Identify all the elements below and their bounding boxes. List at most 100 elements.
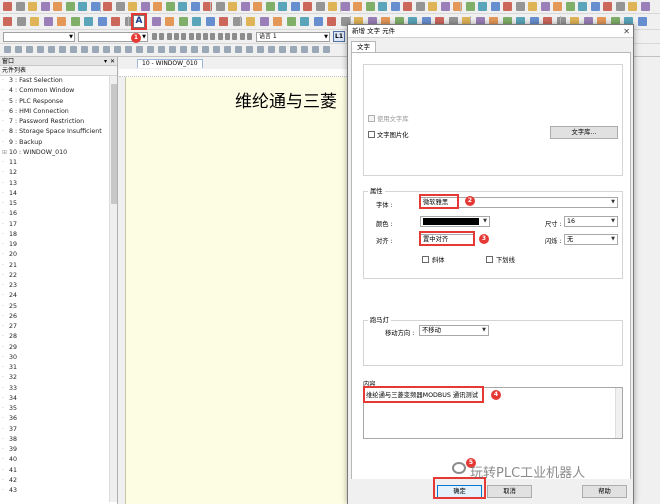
window-tree-item[interactable]: · 19 [0,240,117,250]
paste-icon[interactable] [315,2,325,11]
format-tool-icon[interactable] [232,33,238,40]
window-tree-item[interactable]: · 15 [0,199,117,209]
save-icon[interactable] [478,2,487,11]
window-tree-item[interactable]: · 34 [0,394,117,404]
window-tree-item[interactable]: · 27 [0,322,117,332]
align-tool-icon[interactable] [136,46,143,53]
align-tool-icon[interactable] [290,46,297,53]
save-icon[interactable] [28,2,37,11]
undo-icon[interactable] [265,2,275,11]
save-icon[interactable] [30,17,39,26]
format-tool-icon[interactable] [203,33,209,40]
window-tree-item[interactable]: · 25 [0,302,117,312]
align-tool-icon[interactable] [48,46,55,53]
align-tool-icon[interactable] [81,46,88,53]
save-icon[interactable] [637,17,647,26]
window-tree-item[interactable]: · 39 [0,445,117,455]
align-tool-icon[interactable] [103,46,110,53]
redo-icon[interactable] [503,2,512,11]
window-tree-item[interactable]: · 41 [0,466,117,476]
cut-icon[interactable] [403,2,412,11]
window-tree-item[interactable]: · 28 [0,332,117,342]
redo-icon[interactable] [615,2,625,11]
window-tree-item[interactable]: · 16 [0,209,117,219]
format-tool-icon[interactable] [239,33,245,40]
window-tree-item[interactable]: · 35 [0,404,117,414]
window-tree-item[interactable]: · 13 [0,179,117,189]
font-selector[interactable]: ▼ [3,32,75,42]
use-text-library-checkbox[interactable] [368,115,375,122]
window-tree-item[interactable]: · 14 [0,189,117,199]
l1-button[interactable]: L1 [333,31,345,42]
save-icon[interactable] [590,2,600,11]
align-tool-icon[interactable] [224,46,231,53]
align-tool-icon[interactable] [4,46,11,53]
format-tool-icon[interactable] [195,33,201,40]
undo-icon[interactable] [40,2,50,11]
cut-icon[interactable] [290,2,300,11]
file-icon[interactable] [228,2,237,11]
format-tool-icon[interactable] [173,33,179,40]
window-tree-item[interactable]: · 29 [0,343,117,353]
format-tool-icon[interactable] [225,33,230,40]
folder-icon[interactable] [353,2,362,11]
undo-icon[interactable] [603,2,612,11]
window-tree-item[interactable]: · 32 [0,373,117,383]
window-tree-item[interactable]: · 21 [0,261,117,271]
align-tool-icon[interactable] [312,46,319,53]
window-tree-item[interactable]: · 38 [0,435,117,445]
redo-icon[interactable] [390,2,400,11]
save-icon[interactable] [253,2,262,11]
copy-icon[interactable] [190,2,200,11]
close-icon[interactable]: ✕ [110,57,115,66]
italic-checkbox[interactable] [422,256,429,263]
window-tree-item[interactable]: · 30 [0,353,117,363]
textarea-scrollbar[interactable] [615,388,622,438]
redo-icon[interactable] [278,2,287,11]
window-tree-item[interactable]: · 11 [0,158,117,168]
tool-icon[interactable] [440,2,450,11]
align-tool-icon[interactable] [92,46,99,53]
window-tree-item[interactable]: · 24 [0,291,117,301]
window-tree-item[interactable]: · 3 : Fast Selection [0,76,117,86]
copy-icon[interactable] [303,2,312,11]
format-tool-icon[interactable] [152,33,157,40]
align-tool-icon[interactable] [202,46,209,53]
design-canvas[interactable] [125,77,349,504]
text-graphic-checkbox[interactable] [368,131,375,138]
align-tool-icon[interactable] [180,46,187,53]
tool-icon[interactable] [328,2,337,11]
size-select[interactable]: 16 ▼ [564,216,618,227]
paste-icon[interactable] [97,17,107,26]
blink-select[interactable]: 无 ▼ [564,234,618,245]
file-icon[interactable] [246,17,255,26]
align-tool-icon[interactable] [279,46,286,53]
file-icon[interactable] [3,2,12,11]
window-tree-item[interactable]: · 18 [0,230,117,240]
file-icon[interactable] [115,2,125,11]
window-tree-item[interactable]: · 42 [0,476,117,486]
save-icon[interactable] [140,2,150,11]
tab-window-010[interactable]: 10 - WINDOW_010 [137,59,203,68]
window-tree-item[interactable]: · 20 [0,250,117,260]
align-tool-icon[interactable] [191,46,198,53]
cut-icon[interactable] [515,2,525,11]
align-tool-icon[interactable] [59,46,66,53]
window-tree-item[interactable]: · 6 : HMI Connection [0,107,117,117]
align-tool-icon[interactable] [257,46,264,53]
copy-icon[interactable] [327,17,336,26]
format-tool-icon[interactable] [181,33,187,40]
pin-icon[interactable]: ▾ [104,57,107,66]
file-icon[interactable] [3,17,12,26]
window-tree-item[interactable]: · 17 [0,220,117,230]
cancel-button[interactable]: 取消 [487,485,532,498]
align-tool-icon[interactable] [169,46,176,53]
cut-icon[interactable] [192,17,201,26]
copy-icon[interactable] [528,2,537,11]
align-tool-icon[interactable] [301,46,308,53]
move-direction-select[interactable]: 不移动 ▼ [419,325,489,336]
copy-icon[interactable] [415,2,425,11]
paste-icon[interactable] [540,2,550,11]
paste-icon[interactable] [428,2,437,11]
align-tool-icon[interactable] [26,46,33,53]
